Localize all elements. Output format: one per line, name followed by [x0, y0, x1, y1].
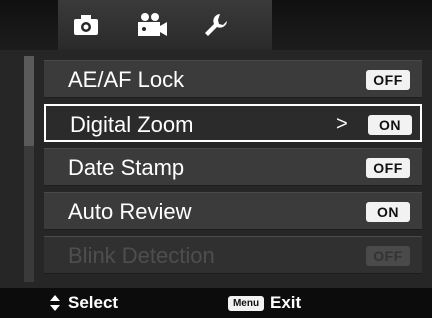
settings-menu-list: AE/AF Lock OFF Digital Zoom > ON Date St…: [44, 60, 422, 280]
up-down-arrows-icon: [48, 294, 62, 317]
wrench-icon[interactable]: [196, 10, 236, 40]
camera-icon[interactable]: [66, 10, 106, 40]
video-camera-icon[interactable]: [130, 10, 174, 40]
scrollbar-thumb[interactable]: [24, 56, 34, 146]
menu-item-label: AE/AF Lock: [68, 67, 185, 92]
exit-hint-label: Exit: [270, 293, 302, 312]
submenu-arrow-icon: >: [336, 113, 348, 135]
menu-item-auto-review[interactable]: Auto Review ON: [44, 192, 422, 230]
menu-item-ae-af-lock[interactable]: AE/AF Lock OFF: [44, 60, 422, 98]
menu-item-label: Date Stamp: [68, 155, 185, 180]
value-badge: OFF: [366, 246, 410, 266]
top-tab-bar: [0, 0, 432, 50]
menu-key-icon: Menu: [228, 296, 264, 311]
menu-item-label: Blink Detection: [68, 243, 215, 268]
menu-item-label: Digital Zoom: [70, 112, 194, 137]
bottom-hint-bar: Select Menu Exit: [0, 288, 432, 318]
camera-menu-screen: AE/AF Lock OFF Digital Zoom > ON Date St…: [0, 0, 432, 318]
menu-item-label: Auto Review: [68, 199, 192, 224]
value-badge: ON: [366, 202, 410, 222]
menu-item-blink-detection: Blink Detection OFF: [44, 236, 422, 274]
value-badge: OFF: [366, 158, 410, 178]
select-hint-label: Select: [68, 293, 119, 312]
menu-item-date-stamp[interactable]: Date Stamp OFF: [44, 148, 422, 186]
scrollbar-track[interactable]: [24, 56, 34, 282]
menu-item-digital-zoom[interactable]: Digital Zoom > ON: [44, 104, 422, 142]
value-badge: OFF: [366, 70, 410, 90]
value-badge: ON: [368, 115, 412, 135]
